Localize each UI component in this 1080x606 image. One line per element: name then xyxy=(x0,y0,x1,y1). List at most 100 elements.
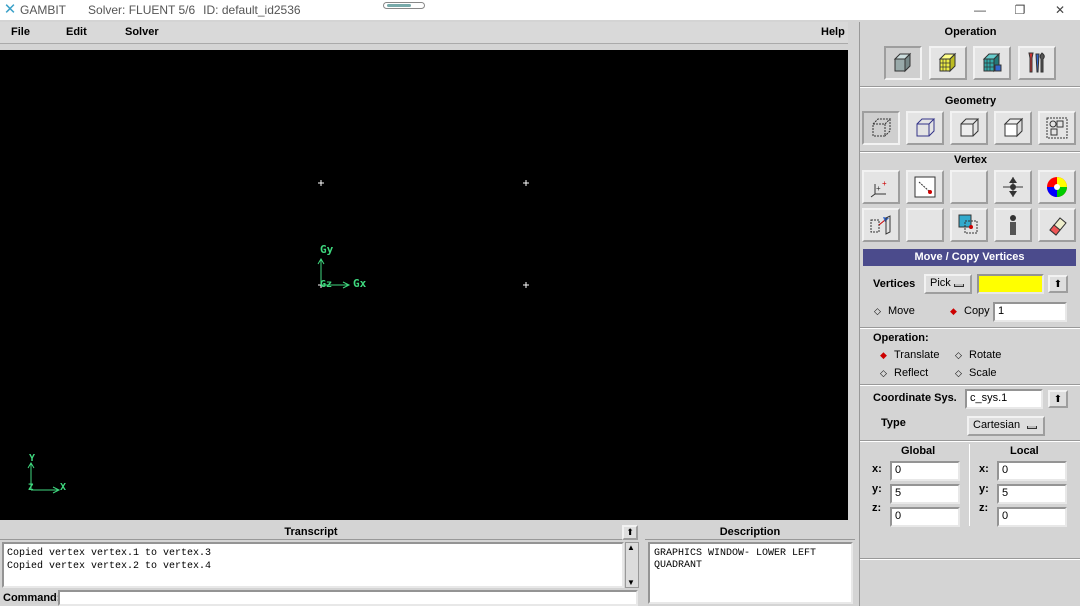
vertex-marker[interactable] xyxy=(523,180,529,186)
geometry-title: Geometry xyxy=(944,95,997,107)
house-up-icon: ⬆ xyxy=(626,527,634,537)
radio-off-icon: ◇ xyxy=(874,305,881,316)
description-panel: Description GRAPHICS WINDOW- LOWER LEFT … xyxy=(645,522,855,606)
pick-label: Pick xyxy=(930,277,951,289)
description-text: GRAPHICS WINDOW- LOWER LEFT QUADRANT xyxy=(648,542,853,604)
slide-vertex-icon xyxy=(1003,177,1023,197)
volume-cube-icon xyxy=(1003,117,1024,138)
minimize-icon[interactable]: — xyxy=(960,0,1000,20)
transcript-title: Transcript xyxy=(0,524,622,540)
solver-label: Solver: FLUENT 5/6 xyxy=(88,3,196,17)
coord-sys-list-button[interactable]: ⬆ xyxy=(1048,390,1068,408)
zones-op-button[interactable] xyxy=(973,46,1011,80)
menu-file[interactable]: File xyxy=(11,26,30,38)
vertex-button[interactable] xyxy=(862,111,900,145)
pick-option-button[interactable]: Pick xyxy=(924,274,972,294)
global-x-field[interactable]: 0 xyxy=(890,461,960,481)
translate-label: Translate xyxy=(894,349,940,361)
local-z-field[interactable]: 0 xyxy=(997,507,1067,527)
global-z-field[interactable]: 0 xyxy=(890,507,960,527)
gz-label: Gz xyxy=(320,279,332,290)
global-z-label: z: xyxy=(872,502,882,514)
operation-title: Operation xyxy=(944,26,997,38)
edge-button[interactable] xyxy=(906,111,944,145)
create-vertex-button[interactable]: + + xyxy=(862,170,900,204)
face-button[interactable] xyxy=(950,111,988,145)
close-icon[interactable]: ✕ xyxy=(1040,0,1080,20)
global-axes: Gy Gx Gz xyxy=(317,243,367,290)
eraser-icon xyxy=(1049,217,1067,236)
blank-tool-button[interactable] xyxy=(950,170,988,204)
svg-text:+: + xyxy=(882,179,887,188)
local-y-field[interactable]: 5 xyxy=(997,484,1067,504)
transcript-text: Copied vertex vertex.1 to vertex.3 Copie… xyxy=(2,542,624,588)
vertex-cube-icon xyxy=(872,118,892,137)
command-row: Command: xyxy=(0,590,640,606)
local-x-field[interactable]: 0 xyxy=(997,461,1067,481)
scroll-up-icon[interactable]: ▲ xyxy=(627,543,635,552)
global-x-label: x: xyxy=(872,463,882,475)
restore-icon[interactable]: ❐ xyxy=(1000,0,1040,20)
coord-sys-field[interactable]: c_sys.1 xyxy=(965,389,1043,409)
graphics-window[interactable]: Gy Gx Gz Y X Z xyxy=(0,50,848,520)
scale-radio[interactable]: ◇ Scale xyxy=(955,367,997,379)
menu-solver[interactable]: Solver xyxy=(125,26,159,38)
separator xyxy=(860,384,1080,386)
color-wheel-icon xyxy=(1047,177,1067,197)
slide-vertex-button[interactable] xyxy=(994,170,1032,204)
type-option-button[interactable]: Cartesian xyxy=(967,416,1045,436)
separator xyxy=(860,558,1080,560)
reflect-radio[interactable]: ◇ Reflect xyxy=(880,367,928,379)
edge-cube-icon xyxy=(916,118,936,137)
id-label: ID: default_id2536 xyxy=(203,3,301,17)
form-panel: Operation Geometry Vertex + + Move / Cop… xyxy=(859,22,1080,606)
view-axes: Y X Z xyxy=(27,453,66,494)
rotate-radio[interactable]: ◇ Rotate xyxy=(955,349,1001,361)
vertex-marker[interactable] xyxy=(318,180,324,186)
blank-tool-button-2[interactable] xyxy=(906,208,944,242)
info-vertex-button[interactable] xyxy=(994,208,1032,242)
geometry-op-button[interactable] xyxy=(884,46,922,80)
global-label: Global xyxy=(901,445,936,457)
menu-edit[interactable]: Edit xyxy=(66,26,87,38)
move-radio[interactable]: ◇ Move xyxy=(874,305,915,317)
menu-help[interactable]: Help xyxy=(821,26,845,38)
graphics-canvas[interactable]: Gy Gx Gz Y X Z xyxy=(0,50,848,520)
global-y-label: y: xyxy=(872,483,882,495)
info-icon xyxy=(1010,215,1016,235)
progress-pill xyxy=(383,2,425,9)
delete-vertex-button[interactable] xyxy=(1038,208,1076,242)
view-x-label: X xyxy=(60,482,66,493)
group-button[interactable] xyxy=(1038,111,1076,145)
transcript-scrollbar[interactable]: ▲ ▼ xyxy=(625,542,639,588)
move-copy-vertex-button[interactable] xyxy=(906,170,944,204)
group-icon xyxy=(1046,117,1068,139)
app-title: GAMBIT xyxy=(20,3,67,17)
volume-button[interactable] xyxy=(994,111,1032,145)
connect-vertex-button[interactable] xyxy=(862,208,900,242)
global-y-field[interactable]: 5 xyxy=(890,484,960,504)
separator xyxy=(860,327,1080,329)
gambit-logo-icon: ✕ xyxy=(3,1,17,18)
transcript-expand-button[interactable]: ⬆ xyxy=(622,525,638,540)
modify-vertex-icon xyxy=(958,214,978,234)
translate-radio[interactable]: ◆ Translate xyxy=(880,349,939,361)
radio-on-icon: ◆ xyxy=(880,349,887,360)
modify-vertex-button[interactable] xyxy=(950,208,988,242)
tools-op-button[interactable] xyxy=(1018,46,1056,80)
radio-off-icon: ◇ xyxy=(955,367,962,378)
vertices-pick-field[interactable] xyxy=(977,274,1044,294)
vertices-list-button[interactable]: ⬆ xyxy=(1048,275,1068,293)
face-cube-icon xyxy=(960,118,980,137)
copy-count-field[interactable]: 1 xyxy=(993,302,1067,322)
mesh-op-button[interactable] xyxy=(929,46,967,80)
copy-radio[interactable]: ◆ Copy xyxy=(950,305,990,317)
color-vertex-button[interactable] xyxy=(1038,170,1076,204)
radio-off-icon: ◇ xyxy=(955,349,962,360)
vertex-marker[interactable] xyxy=(523,282,529,288)
command-input[interactable] xyxy=(58,590,638,606)
separator xyxy=(860,86,1080,88)
scroll-down-icon[interactable]: ▼ xyxy=(627,578,635,587)
column-divider xyxy=(969,444,970,526)
vertex-title: Vertex xyxy=(953,154,988,166)
